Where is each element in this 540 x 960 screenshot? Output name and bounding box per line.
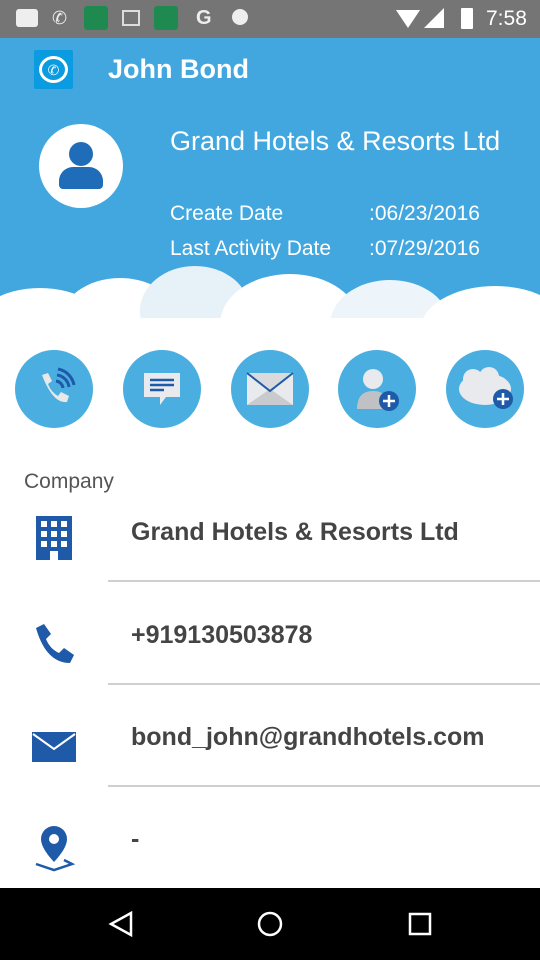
email-button[interactable] [231,350,309,428]
call-button[interactable] [15,350,93,428]
divider [108,785,540,787]
email-icon[interactable] [30,722,78,770]
g-app-icon: G [196,7,212,29]
location-pin-icon[interactable] [30,824,78,872]
navigation-bar [0,888,540,960]
image-icon [122,10,140,26]
contact-name-title: John Bond [108,54,249,84]
sms-notification-icon [16,9,38,27]
phone-icon[interactable] [30,620,78,668]
add-contact-button[interactable] [338,350,416,428]
company-name: Grand Hotels & Resorts Ltd [170,126,501,156]
key-app-icon [154,6,178,30]
envelope-icon [246,372,294,405]
add-user-icon [357,369,399,411]
key-app-icon [84,6,108,30]
phone-value[interactable]: +919130503878 [131,621,312,650]
last-activity-value: :07/29/2016 [369,237,480,260]
section-label: Company [24,470,114,493]
message-button[interactable] [123,350,201,428]
android-icon [232,9,248,25]
clock: 7:58 [486,7,527,30]
divider [108,683,540,685]
wifi-icon [396,10,420,28]
status-bar: ✆ G 7:58 [0,0,540,38]
phone-icon [42,367,76,403]
create-date-label: Create Date [170,202,284,225]
app-logo[interactable]: ✆ [34,50,73,89]
cloud-add-icon [459,367,513,409]
add-to-cloud-button[interactable] [446,350,524,428]
address-value: - [131,825,140,853]
recents-icon[interactable] [407,911,433,937]
home-icon[interactable] [256,910,284,938]
battery-icon [461,8,473,29]
building-icon [36,516,72,560]
avatar [39,124,123,208]
contact-header: ✆ John Bond Grand Hotels & Resorts Ltd C… [0,38,540,338]
chat-icon [144,373,180,405]
back-icon[interactable] [107,910,135,938]
create-date-value: :06/23/2016 [369,202,480,225]
company-value: Grand Hotels & Resorts Ltd [131,518,459,546]
email-value[interactable]: bond_john@grandhotels.com [131,723,485,752]
missed-call-icon: ✆ [52,8,68,28]
last-activity-label: Last Activity Date [170,237,332,260]
signal-icon [424,8,444,28]
divider [108,580,540,582]
